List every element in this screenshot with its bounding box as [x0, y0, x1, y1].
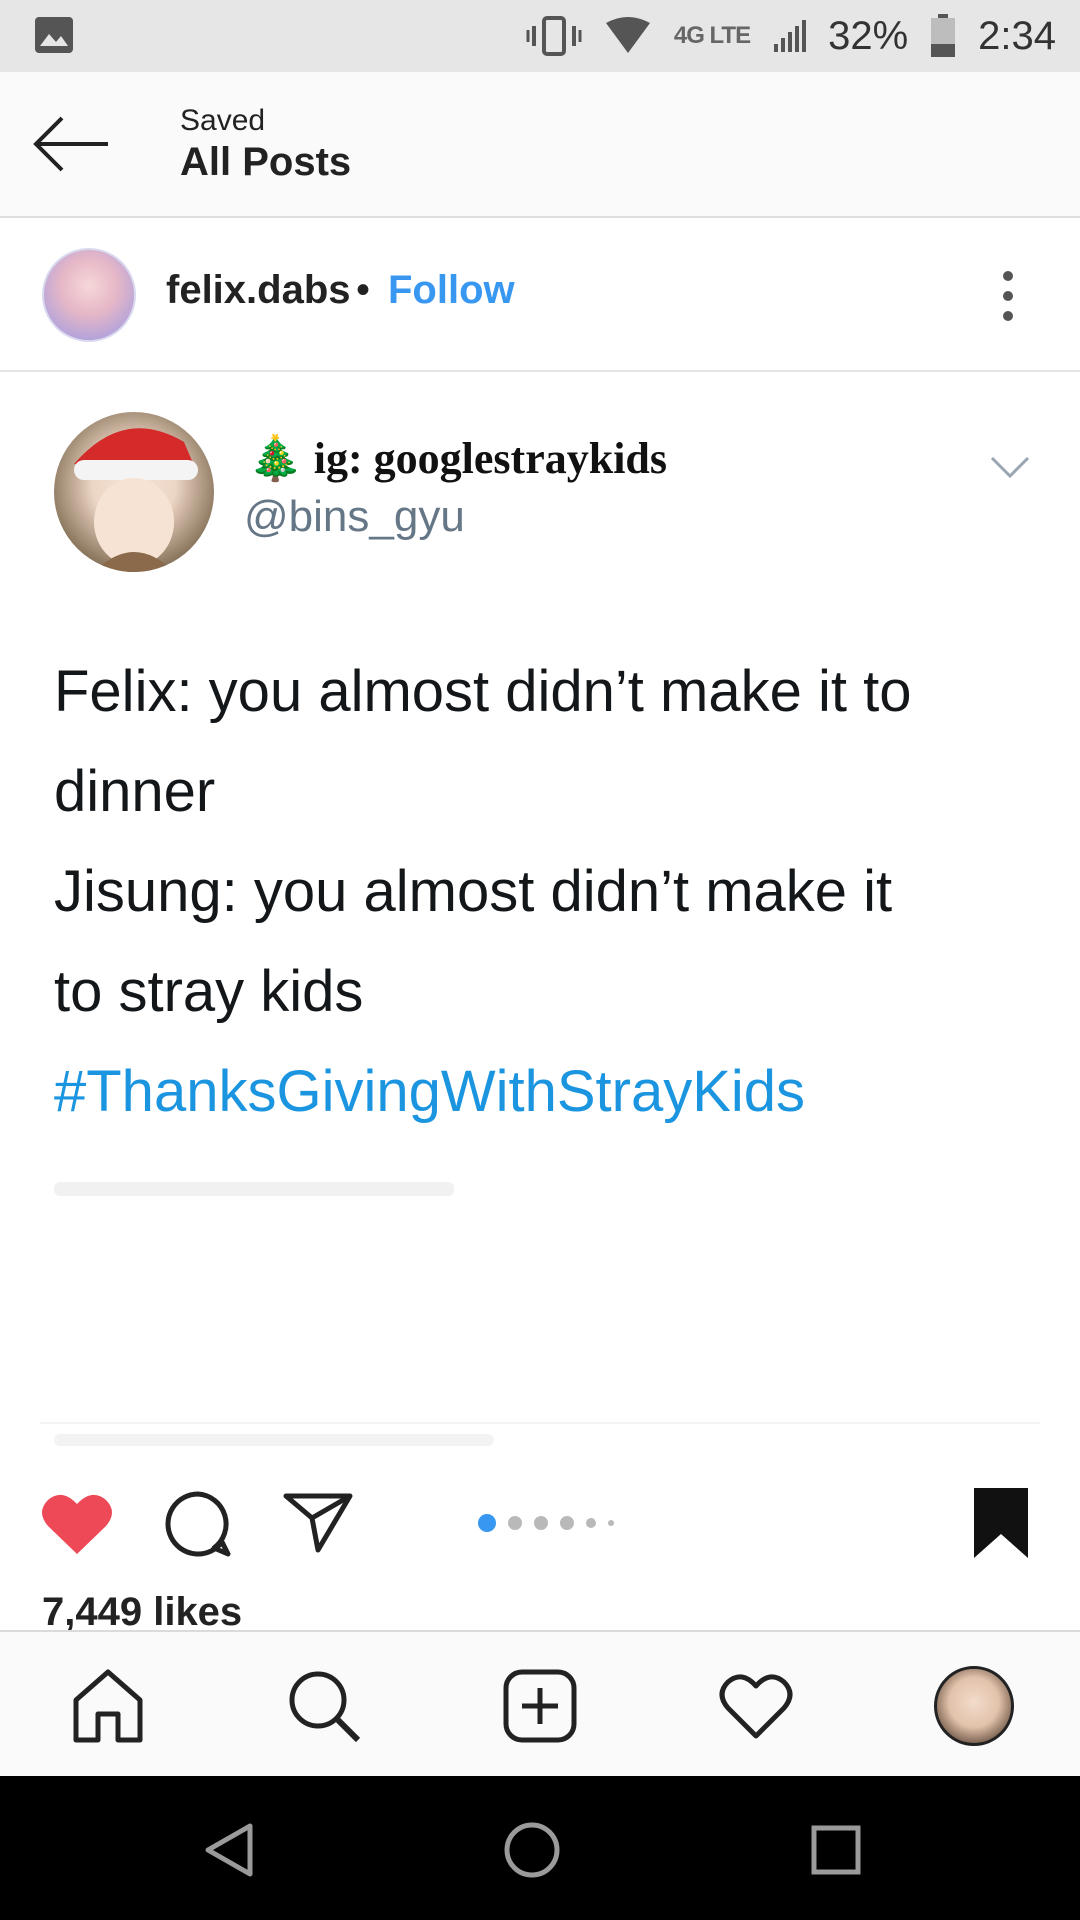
system-nav-bar: [0, 1776, 1080, 1920]
comment-icon[interactable]: [164, 1490, 232, 1558]
carousel-dot: [534, 1516, 548, 1530]
tweet-line: Jisung: you almost didn’t make it: [54, 859, 893, 924]
separator-dot: •: [356, 268, 371, 312]
carousel-dot: [508, 1516, 522, 1530]
search-icon[interactable]: [286, 1668, 362, 1744]
status-right: 4G LTE 32% 2:34: [526, 0, 1056, 72]
clock: 2:34: [978, 13, 1056, 58]
more-vertical-icon[interactable]: [990, 268, 1026, 324]
back-triangle-icon[interactable]: [200, 1820, 260, 1880]
vibrate-icon: [526, 16, 582, 56]
tweet-avatar: [54, 412, 214, 572]
plus-square-icon[interactable]: [502, 1668, 578, 1744]
arrow-left-icon[interactable]: [30, 112, 114, 176]
avatar[interactable]: [42, 248, 136, 342]
tweet-line: to stray kids: [54, 959, 364, 1024]
tweet-hashtag: #ThanksGivingWithStrayKids: [54, 1059, 806, 1124]
tweet-line: dinner: [54, 759, 216, 824]
home-icon[interactable]: [70, 1668, 146, 1744]
post-username[interactable]: felix.dabs: [166, 268, 351, 313]
faded-timestamp: [54, 1182, 454, 1196]
post-actions: [0, 1462, 1080, 1572]
signal-icon: [774, 20, 807, 52]
header-subtitle: Saved: [180, 104, 266, 137]
post-header: felix.dabs • Follow: [0, 218, 1080, 372]
send-icon[interactable]: [282, 1490, 354, 1554]
page-title: All Posts: [180, 140, 352, 184]
wifi-icon: [605, 17, 650, 53]
app-header: Saved All Posts: [0, 72, 1080, 218]
post-image[interactable]: 🎄 ig: googlestraykids @bins_gyu Felix: y…: [0, 372, 1080, 1462]
tweet-display-name: 🎄 ig: googlestraykids: [248, 434, 668, 483]
tweet-handle: @bins_gyu: [244, 492, 465, 541]
likes-count[interactable]: 7,449 likes: [42, 1590, 242, 1635]
divider: [40, 1422, 1040, 1424]
follow-button[interactable]: Follow: [388, 268, 515, 313]
tweet-line: Felix: you almost didn’t make it to: [54, 659, 912, 724]
bottom-nav: [0, 1630, 1080, 1778]
profile-avatar[interactable]: [934, 1666, 1014, 1746]
recents-square-icon[interactable]: [806, 1820, 866, 1880]
chevron-down-icon: [990, 456, 1030, 479]
bookmark-filled-icon[interactable]: [972, 1486, 1030, 1560]
carousel-indicator: [478, 1514, 614, 1532]
tweet-text: Felix: you almost didn’t make it to dinn…: [54, 642, 1034, 1142]
carousel-dot: [478, 1514, 496, 1532]
santa-hat-icon: [74, 428, 198, 572]
battery-icon: [931, 14, 956, 57]
home-circle-icon[interactable]: [502, 1820, 562, 1880]
network-type: 4G LTE: [673, 22, 751, 49]
faded-stats: 5 Retweets 22 Likes: [54, 1434, 494, 1446]
battery-percent: 32%: [828, 13, 909, 58]
carousel-dot: [586, 1518, 596, 1528]
heart-outline-icon[interactable]: [718, 1668, 794, 1744]
carousel-dot: [560, 1516, 574, 1530]
heart-filled-icon[interactable]: [40, 1490, 114, 1556]
carousel-dot: [608, 1520, 614, 1526]
status-bar: 4G LTE 32% 2:34: [0, 0, 1080, 72]
gallery-notification-icon: [35, 17, 73, 53]
